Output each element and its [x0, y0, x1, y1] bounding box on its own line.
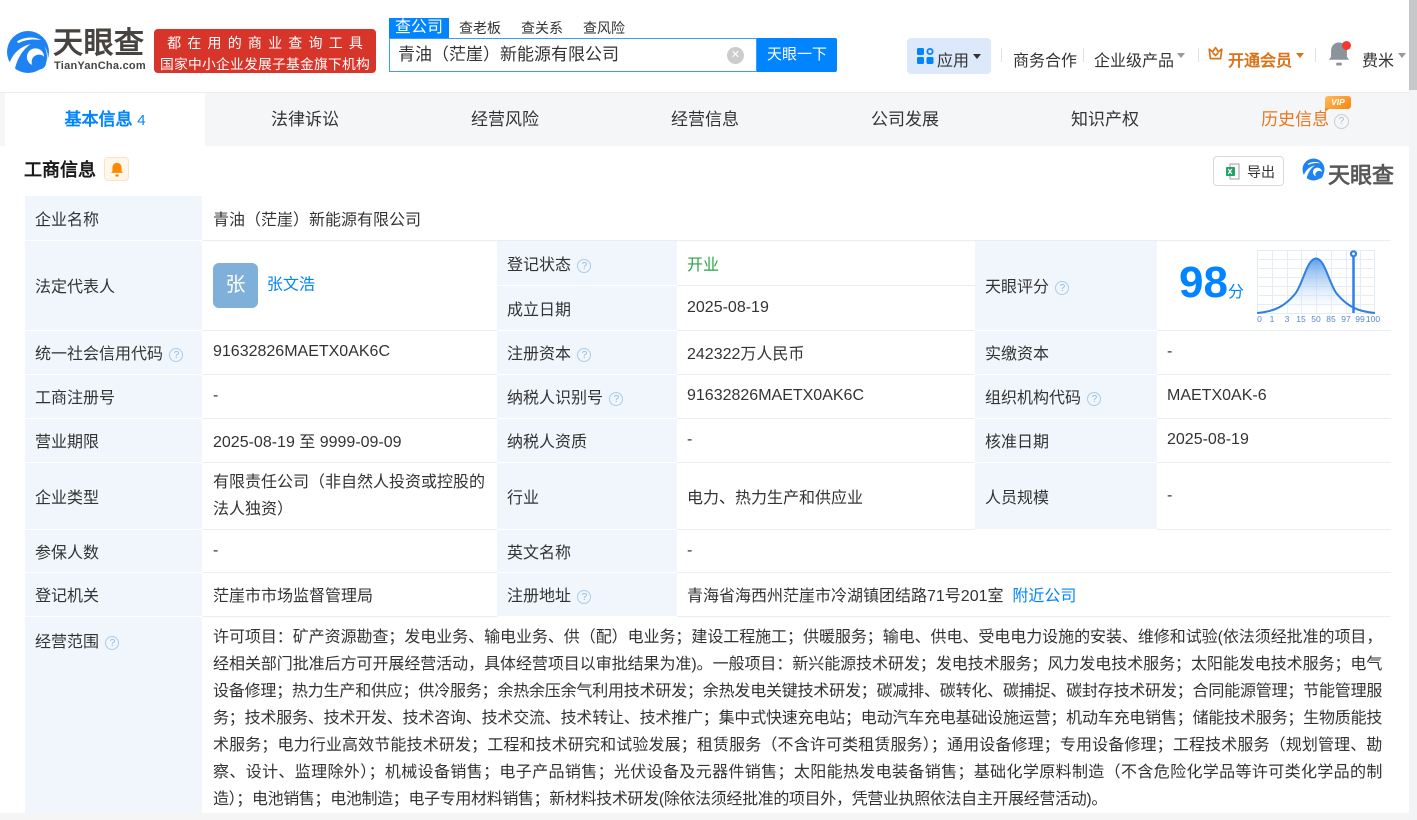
svg-text:85: 85 [1326, 314, 1336, 324]
svg-text:3: 3 [1285, 314, 1290, 324]
svg-text:99: 99 [1355, 314, 1365, 324]
svg-text:100: 100 [1366, 314, 1380, 324]
svg-text:15: 15 [1296, 314, 1306, 324]
svg-text:0: 0 [1257, 314, 1262, 324]
svg-text:97: 97 [1341, 314, 1351, 324]
svg-text:50: 50 [1311, 314, 1321, 324]
svg-text:1: 1 [1270, 314, 1275, 324]
